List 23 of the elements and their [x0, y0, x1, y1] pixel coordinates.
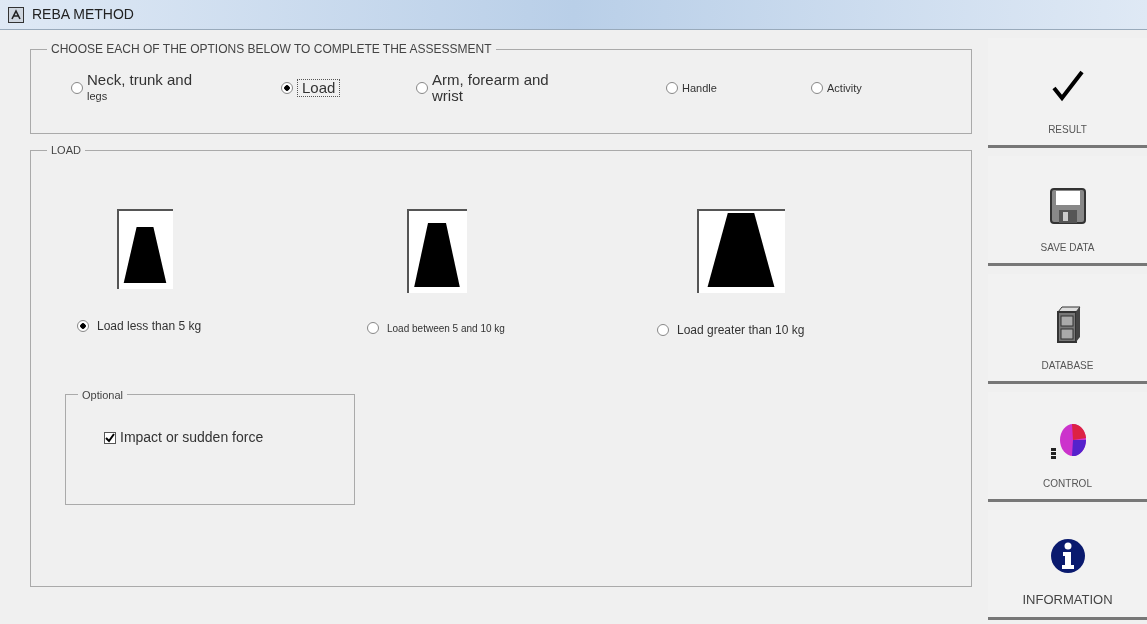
option-label[interactable]: Load less than 5 kg — [97, 316, 202, 335]
option-label[interactable]: Handle — [682, 80, 717, 96]
option-label[interactable]: Load — [297, 79, 341, 97]
option-label[interactable]: Neck, trunk and legs — [87, 72, 193, 104]
option-label[interactable]: Load greater than 10 kg — [677, 320, 805, 339]
option-label[interactable]: Activity — [827, 80, 862, 96]
radio-button[interactable] — [416, 82, 428, 94]
radio-button[interactable] — [367, 322, 379, 334]
window-title: REBA METHOD — [32, 5, 134, 24]
option-label[interactable]: Load between 5 and 10 kg — [387, 320, 505, 336]
group-legend: CHOOSE EACH OF THE OPTIONS BELOW TO COMPLETE THE ASSESSMENT — [47, 40, 496, 58]
option-label[interactable]: Arm, forearm and wrist — [432, 72, 549, 104]
radio-button[interactable] — [281, 82, 293, 94]
radio-button[interactable] — [77, 319, 89, 332]
group-legend: LOAD — [47, 142, 85, 159]
radio-button[interactable] — [71, 82, 83, 94]
radio-button[interactable] — [657, 323, 669, 336]
checkbox-label[interactable]: Impact or sudden force — [120, 427, 264, 448]
checkbox[interactable] — [104, 431, 116, 444]
radio-button[interactable] — [811, 82, 823, 94]
app-icon — [8, 6, 24, 23]
radio-button[interactable] — [666, 82, 678, 94]
group-legend: Optional — [78, 386, 127, 403]
